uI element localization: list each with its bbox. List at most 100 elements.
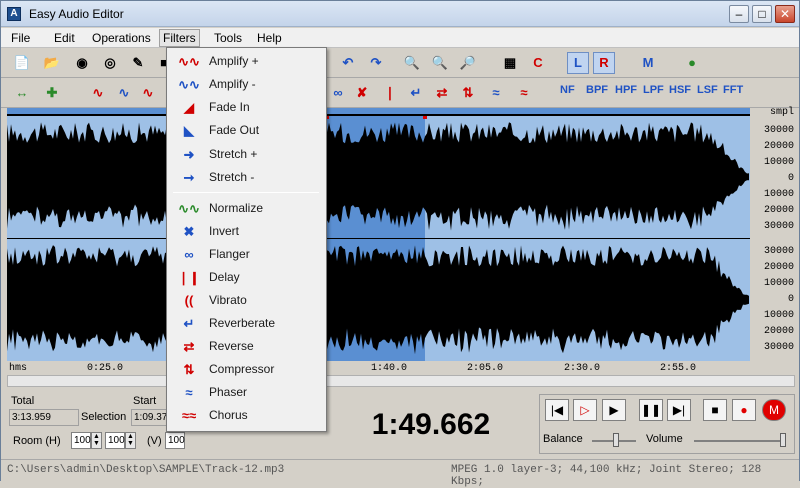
menu-reverberate[interactable]: ↵ Reverberate (169, 312, 324, 335)
notch-filter-button[interactable]: NF (560, 84, 575, 96)
stretch-minus-icon: ➞ (183, 170, 195, 185)
timeline-ruler: hms 0:25.0 1:40.0 2:05.0 2:30.0 2:55.0 (7, 361, 750, 375)
room-h2-stepper[interactable]: ▲ ▼ (125, 432, 136, 449)
menu-delay[interactable]: ❘❙ Delay (169, 266, 324, 289)
edit-icon[interactable]: ✎ (127, 52, 149, 74)
menu-item-label: Flanger (209, 247, 250, 261)
phaser-tool-icon[interactable]: ≈ (485, 82, 507, 104)
menu-amplify-minus[interactable]: ∿∿ Amplify - (169, 73, 324, 96)
monitor-record-button[interactable]: M (762, 399, 786, 421)
vibrato-tool-icon[interactable]: ✘ (351, 82, 373, 104)
skip-back-button[interactable]: |◀ (545, 399, 569, 421)
menu-file[interactable]: File (11, 31, 30, 45)
cd-rip-icon[interactable]: ◎ (99, 52, 121, 74)
mono-icon[interactable]: M (637, 52, 659, 74)
menu-filters[interactable]: Filters (159, 29, 200, 47)
reverberate-tool-icon[interactable]: ↵ (405, 82, 427, 104)
high-shelf-filter-button[interactable]: HSF (669, 84, 691, 96)
minimize-button[interactable]: – (729, 5, 749, 23)
menu-flanger[interactable]: ∞ Flanger (169, 243, 324, 266)
menu-item-label: Compressor (209, 362, 275, 376)
cd-icon[interactable]: ◉ (71, 52, 93, 74)
selection-end-marker[interactable] (423, 116, 427, 119)
stop-button[interactable]: ■ (703, 399, 727, 421)
scale-tick: 20000 (763, 326, 794, 337)
menu-normalize[interactable]: ∿∿ Normalize (169, 197, 324, 220)
room-h2-input[interactable]: 100 (105, 432, 125, 449)
scale-tick: 10000 (763, 278, 794, 289)
open-folder-icon[interactable]: 📂 (41, 52, 63, 74)
scale-tick: 0 (787, 294, 794, 305)
flanger-tool-icon[interactable]: ∞ (327, 82, 349, 104)
menu-item-label: Invert (209, 224, 240, 238)
amplify-plus-tool-icon[interactable]: ∿ (87, 82, 109, 104)
room-v-input[interactable]: 100 (165, 432, 185, 449)
file-format: MPEG 1.0 layer-3; 44,100 kHz; Joint Ster… (451, 464, 762, 488)
balance-slider[interactable] (613, 433, 619, 447)
menu-fade-out[interactable]: ◣ Fade Out (169, 119, 324, 142)
left-channel-button[interactable]: L (567, 52, 589, 74)
zoom-out-icon[interactable]: 🔍 (429, 52, 451, 74)
menu-reverse[interactable]: ⇄ Reverse (169, 335, 324, 358)
waveform-channel-left[interactable] (7, 116, 750, 238)
undo-icon[interactable]: ↶ (337, 52, 359, 74)
overview-bar[interactable] (7, 108, 750, 114)
fft-button[interactable]: FFT (723, 84, 743, 96)
menu-stretch-minus[interactable]: ➞ Stretch - (169, 166, 324, 189)
waveform-channel-right[interactable] (7, 239, 750, 361)
play-selection-button[interactable]: ▷ (573, 399, 597, 421)
fade-in-tool-icon[interactable]: ∿ (137, 82, 159, 104)
cursor-position-icon[interactable]: ✚ (41, 82, 63, 104)
menu-phaser[interactable]: ≈ Phaser (169, 381, 324, 404)
menu-amplify-plus[interactable]: ∿∿ Amplify + (169, 50, 324, 73)
menu-tools[interactable]: Tools (214, 31, 242, 45)
chorus-tool-icon[interactable]: ≈ (513, 82, 535, 104)
volume-slider[interactable] (780, 433, 786, 447)
scale-tick: 20000 (763, 205, 794, 216)
menu-chorus[interactable]: ≈≈ Chorus (169, 404, 324, 427)
high-pass-filter-button[interactable]: HPF (615, 84, 637, 96)
timeline-unit: hms (9, 363, 28, 374)
menu-stretch-plus[interactable]: ➜ Stretch + (169, 143, 324, 166)
select-all-icon[interactable]: ↔ (11, 82, 33, 104)
menu-separator (173, 192, 319, 193)
phaser-icon: ≈ (185, 385, 193, 400)
compressor-tool-icon[interactable]: ⇅ (457, 82, 479, 104)
scale-top-channel: 30000 20000 10000 0 10000 20000 30000 (752, 125, 794, 235)
amplify-minus-tool-icon[interactable]: ∿ (113, 82, 135, 104)
menu-vibrato[interactable]: (( Vibrato (169, 289, 324, 312)
room-h-stepper[interactable]: ▲ ▼ (91, 432, 102, 449)
band-pass-filter-button[interactable]: BPF (586, 84, 608, 96)
zoom-fit-icon[interactable]: 🔎 (457, 52, 479, 74)
reverse-tool-icon[interactable]: ⇄ (431, 82, 453, 104)
filters-dropdown-menu: ∿∿ Amplify + ∿∿ Amplify - ◢ Fade In ◣ Fa… (166, 47, 327, 432)
low-shelf-filter-button[interactable]: LSF (697, 84, 718, 96)
menu-operations[interactable]: Operations (92, 31, 151, 45)
pause-button[interactable]: ❚❚ (639, 399, 663, 421)
vibrato-icon: (( (184, 293, 194, 308)
new-file-icon[interactable]: 📄 (11, 52, 33, 74)
room-h-input[interactable]: 100 (71, 432, 91, 449)
menu-compressor[interactable]: ⇅ Compressor (169, 358, 324, 381)
menu-help[interactable]: Help (257, 31, 282, 45)
mixer-icon[interactable]: ▦ (499, 52, 521, 74)
menu-invert[interactable]: ✖ Invert (169, 220, 324, 243)
menu-edit[interactable]: Edit (54, 31, 75, 45)
menu-item-label: Amplify + (209, 54, 259, 68)
low-pass-filter-button[interactable]: LPF (643, 84, 664, 96)
skip-forward-button[interactable]: ▶| (667, 399, 691, 421)
waveform-editor[interactable] (7, 108, 750, 361)
selection-label: Selection (81, 411, 127, 423)
right-channel-button[interactable]: R (593, 52, 615, 74)
close-button[interactable]: ✕ (775, 5, 795, 23)
id3-tag-icon[interactable]: ● (681, 52, 703, 74)
copy-channel-icon[interactable]: C (527, 52, 549, 74)
zoom-in-icon[interactable]: 🔍 (401, 52, 423, 74)
play-button[interactable]: ▶ (602, 399, 626, 421)
maximize-button[interactable]: □ (752, 5, 772, 23)
delay-tool-icon[interactable]: ❘ (379, 82, 401, 104)
record-button[interactable]: ● (732, 399, 756, 421)
redo-icon[interactable]: ↷ (365, 52, 387, 74)
menu-fade-in[interactable]: ◢ Fade In (169, 96, 324, 119)
horizontal-scrollbar[interactable] (7, 375, 795, 387)
